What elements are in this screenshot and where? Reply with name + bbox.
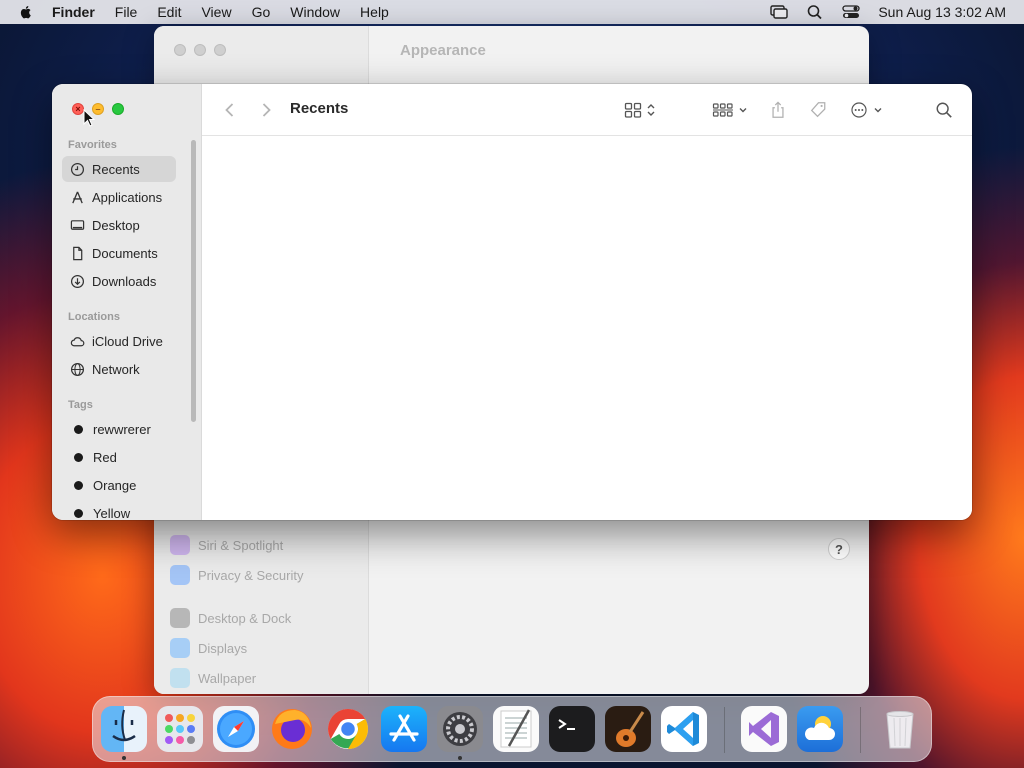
- dock-separator: [860, 707, 861, 753]
- menu-view[interactable]: View: [201, 4, 231, 20]
- cloud-icon: [70, 336, 85, 346]
- running-indicator: [458, 756, 462, 760]
- mouse-cursor-icon: [83, 109, 95, 127]
- control-center-icon[interactable]: [842, 4, 860, 20]
- screen-mirroring-icon[interactable]: [770, 4, 789, 20]
- sidebar-tag-yellow[interactable]: Yellow: [62, 500, 176, 520]
- garageband-dock-icon[interactable]: [605, 706, 651, 752]
- settings-item-wallpaper[interactable]: Wallpaper: [170, 668, 256, 688]
- launchpad-dock-icon[interactable]: [157, 706, 203, 752]
- sidebar-tag-red[interactable]: Red: [62, 444, 176, 470]
- zoom-button[interactable]: [112, 103, 124, 115]
- displays-icon: [170, 638, 190, 658]
- tag-icon: [810, 102, 826, 118]
- firefox-dock-icon[interactable]: [269, 706, 315, 752]
- terminal-dock-icon[interactable]: [549, 706, 595, 752]
- tag-dot-icon: [74, 424, 83, 434]
- up-down-chevron-icon: [647, 104, 655, 116]
- visual-studio-dock-icon[interactable]: [741, 706, 787, 752]
- sidebar-item-network[interactable]: Network: [62, 356, 176, 382]
- chevron-down-icon: [874, 108, 882, 113]
- forward-chevron-icon[interactable]: [257, 101, 275, 119]
- finder-dock-icon[interactable]: [101, 706, 147, 752]
- menu-help[interactable]: Help: [360, 4, 389, 20]
- more-actions-button[interactable]: [849, 99, 883, 121]
- back-chevron-icon[interactable]: [221, 101, 239, 119]
- locations-heading: Locations: [68, 311, 120, 323]
- window-title: Recents: [290, 100, 349, 117]
- ellipsis-circle-icon: [851, 102, 867, 118]
- search-button[interactable]: [934, 99, 954, 121]
- desktop-icon: [70, 219, 85, 230]
- tag-dot-icon: [74, 508, 83, 518]
- vscode-dock-icon[interactable]: [661, 706, 707, 752]
- tag-button[interactable]: [808, 99, 828, 121]
- group-by-button[interactable]: [712, 99, 748, 121]
- system-settings-dock-icon[interactable]: [437, 706, 483, 752]
- weather-dock-icon[interactable]: [797, 706, 843, 752]
- group-grid-icon: [712, 103, 733, 117]
- sidebar-item-downloads[interactable]: Downloads: [62, 268, 176, 294]
- finder-sidebar: × – Favorites Recents Applications Deskt…: [52, 84, 202, 520]
- textedit-dock-icon[interactable]: [493, 706, 539, 752]
- tag-dot-icon: [74, 480, 83, 490]
- search-icon: [936, 102, 952, 118]
- siri-icon: [170, 535, 190, 555]
- dock-separator: [724, 707, 725, 753]
- clock-icon: [70, 162, 85, 176]
- running-indicator: [122, 756, 126, 760]
- settings-window-controls: [174, 44, 226, 56]
- globe-icon: [70, 362, 85, 376]
- app-store-dock-icon[interactable]: [381, 706, 427, 752]
- sidebar-tag-orange[interactable]: Orange: [62, 472, 176, 498]
- safari-dock-icon[interactable]: [213, 706, 259, 752]
- help-button[interactable]: ?: [828, 538, 850, 560]
- menu-edit[interactable]: Edit: [157, 4, 181, 20]
- share-button[interactable]: [769, 99, 787, 121]
- finder-window: × – Favorites Recents Applications Deskt…: [52, 84, 972, 520]
- tag-dot-icon: [74, 452, 83, 462]
- privacy-hand-icon: [170, 565, 190, 585]
- menu-go[interactable]: Go: [252, 4, 271, 20]
- tags-heading: Tags: [68, 399, 93, 411]
- settings-item-desktop-dock[interactable]: Desktop & Dock: [170, 608, 291, 628]
- icon-grid-icon: [624, 102, 642, 118]
- apple-icon[interactable]: [18, 4, 34, 20]
- finder-content-area[interactable]: [202, 137, 972, 520]
- favorites-heading: Favorites: [68, 139, 117, 151]
- settings-item-displays[interactable]: Displays: [170, 638, 247, 658]
- sidebar-item-recents[interactable]: Recents: [62, 156, 176, 182]
- spotlight-search-icon[interactable]: [806, 4, 824, 20]
- sidebar-item-applications[interactable]: Applications: [62, 184, 176, 210]
- menu-bar: Finder File Edit View Go Window Help Sun…: [0, 0, 1024, 24]
- dock: [92, 696, 932, 762]
- applications-icon: [72, 191, 83, 203]
- menu-clock[interactable]: Sun Aug 13 3:02 AM: [878, 4, 1006, 20]
- dock-icon: [170, 608, 190, 628]
- window-controls: × –: [72, 103, 124, 115]
- finder-toolbar: Recents: [202, 84, 972, 136]
- download-icon: [70, 274, 85, 288]
- sidebar-tag-rewwrerer[interactable]: rewwrerer: [62, 416, 176, 442]
- menu-window[interactable]: Window: [290, 4, 340, 20]
- document-icon: [73, 246, 83, 260]
- sidebar-item-documents[interactable]: Documents: [62, 240, 176, 266]
- sidebar-item-icloud-drive[interactable]: iCloud Drive: [62, 328, 176, 354]
- settings-item-siri[interactable]: Siri & Spotlight: [170, 535, 283, 555]
- share-icon: [772, 101, 784, 118]
- view-mode-button[interactable]: [624, 99, 656, 121]
- menu-app-name[interactable]: Finder: [52, 4, 95, 20]
- chrome-dock-icon[interactable]: [325, 706, 371, 752]
- settings-title: Appearance: [400, 42, 486, 59]
- trash-dock-icon[interactable]: [877, 706, 923, 752]
- chevron-down-icon: [739, 108, 747, 113]
- settings-item-privacy[interactable]: Privacy & Security: [170, 565, 303, 585]
- wallpaper-icon: [170, 668, 190, 688]
- sidebar-item-desktop[interactable]: Desktop: [62, 212, 176, 238]
- menu-file[interactable]: File: [115, 4, 138, 20]
- sidebar-scrollbar[interactable]: [191, 140, 196, 422]
